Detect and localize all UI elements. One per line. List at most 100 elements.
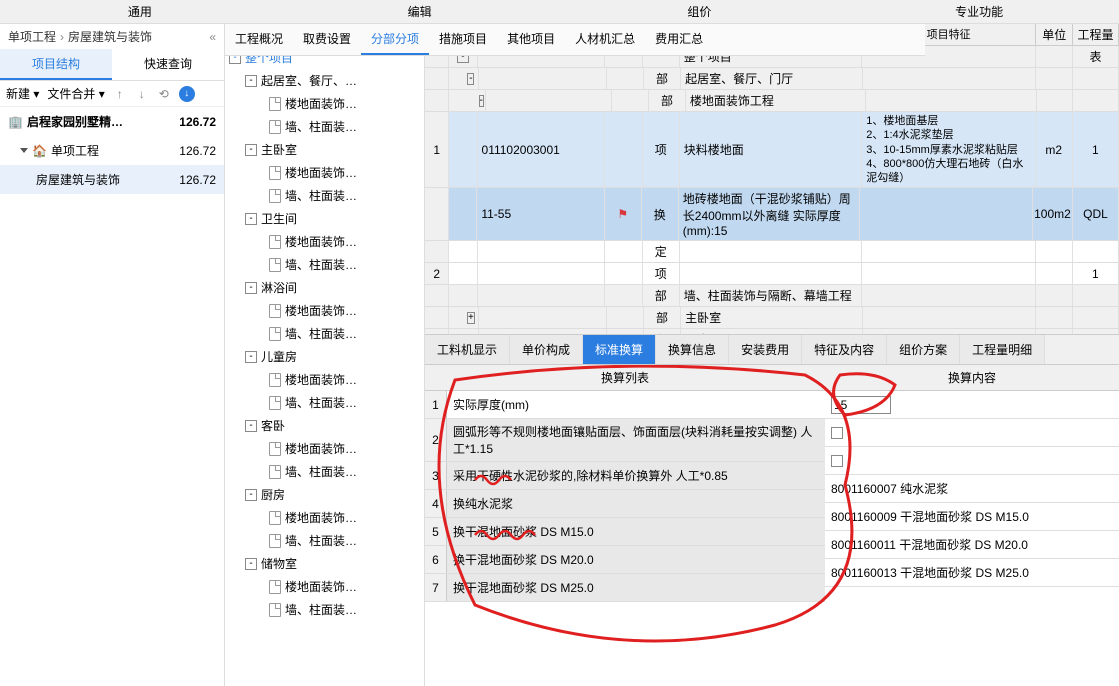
cell-code[interactable] xyxy=(486,90,612,111)
cell-mark[interactable] xyxy=(612,90,649,111)
bottom-tab-4[interactable]: 安装费用 xyxy=(729,335,802,364)
cell-feature[interactable] xyxy=(863,307,1036,328)
main-tab-5[interactable]: 人材机汇总 xyxy=(565,24,645,55)
cell-name[interactable]: 主卧室 xyxy=(681,307,863,328)
cell-expand[interactable] xyxy=(449,112,477,187)
expand-icon[interactable]: - xyxy=(245,558,257,570)
tree-node[interactable]: -主卧室 xyxy=(225,138,424,161)
tree-node[interactable]: -淋浴间 xyxy=(225,276,424,299)
down-icon[interactable]: ↓ xyxy=(135,87,149,101)
cell-code[interactable] xyxy=(478,241,606,262)
bottom-tab-7[interactable]: 工程量明细 xyxy=(960,335,1045,364)
conversion-row[interactable]: 6换干混地面砂浆 DS M20.0 xyxy=(425,546,825,574)
menu-general[interactable]: 通用 xyxy=(0,0,280,23)
cell-feature[interactable] xyxy=(863,68,1036,89)
menu-pro[interactable]: 专业功能 xyxy=(839,0,1119,23)
tree-node[interactable]: -厨房 xyxy=(225,483,424,506)
cell-expand[interactable] xyxy=(449,241,477,262)
tree-node[interactable]: 墙、柱面装… xyxy=(225,322,424,345)
cell-qty[interactable]: 1 xyxy=(1073,263,1119,284)
cell-mark[interactable] xyxy=(605,241,642,262)
main-tab-4[interactable]: 其他项目 xyxy=(497,24,565,55)
cell-feature[interactable] xyxy=(860,188,1033,240)
cell-qty[interactable] xyxy=(1073,307,1119,328)
cell-qty[interactable] xyxy=(1073,46,1119,67)
col-qty[interactable]: 工程量表 xyxy=(1073,24,1119,45)
download-icon[interactable]: ↓ xyxy=(179,86,195,102)
cell-name[interactable]: 块料楼地面 xyxy=(680,112,862,187)
cell-qty[interactable] xyxy=(1073,241,1119,262)
tree-node[interactable]: -卫生间 xyxy=(225,207,424,230)
grid-row[interactable]: 2项1 xyxy=(425,263,1119,285)
grid-row[interactable]: 1011102003001项块料楼地面1、楼地面基层 2、1:4水泥浆垫层 3、… xyxy=(425,112,1119,188)
expand-icon[interactable]: - xyxy=(245,420,257,432)
refresh-icon[interactable]: ⟲ xyxy=(157,87,171,101)
checkbox[interactable] xyxy=(831,427,843,439)
cell-name[interactable] xyxy=(680,241,862,262)
cell-mark[interactable]: ⚑ xyxy=(605,188,642,240)
new-button[interactable]: 新建 ▾ xyxy=(6,85,39,102)
tree-node[interactable]: 楼地面装饰… xyxy=(225,299,424,322)
main-tab-3[interactable]: 措施项目 xyxy=(429,24,497,55)
cell-qty[interactable] xyxy=(1073,90,1119,111)
tree-node[interactable]: 楼地面装饰… xyxy=(225,506,424,529)
expand-icon[interactable]: - xyxy=(245,489,257,501)
cell-code[interactable] xyxy=(479,68,607,89)
conversion-row[interactable]: 4换纯水泥浆 xyxy=(425,490,825,518)
grid-row[interactable]: 定 xyxy=(425,241,1119,263)
tree-node[interactable]: 墙、柱面装… xyxy=(225,460,424,483)
tree-node[interactable]: 楼地面装饰… xyxy=(225,161,424,184)
cell-feature[interactable] xyxy=(862,263,1035,284)
tree-node[interactable]: 楼地面装饰… xyxy=(225,575,424,598)
conversion-content-row[interactable]: 8001160009 干混地面砂浆 DS M15.0 xyxy=(825,503,1119,531)
cell-expand[interactable] xyxy=(449,188,477,240)
tree-node[interactable]: 楼地面装饰… xyxy=(225,368,424,391)
project-row[interactable]: 房屋建筑与装饰126.72 xyxy=(0,165,224,194)
grid-row[interactable]: -部楼地面装饰工程 xyxy=(425,90,1119,112)
expand-icon[interactable]: - xyxy=(245,282,257,294)
conversion-row[interactable]: 7换干混地面砂浆 DS M25.0 xyxy=(425,574,825,602)
tree-node[interactable]: 墙、柱面装… xyxy=(225,391,424,414)
project-row[interactable]: 🏠单项工程126.72 xyxy=(0,136,224,165)
up-icon[interactable]: ↑ xyxy=(113,87,127,101)
expand-icon[interactable]: - xyxy=(245,75,257,87)
bottom-tab-3[interactable]: 换算信息 xyxy=(656,335,729,364)
cell-name[interactable]: 墙、柱面装饰与隔断、幕墙工程 xyxy=(680,285,862,306)
tree-node[interactable]: 墙、柱面装… xyxy=(225,115,424,138)
cell-name[interactable] xyxy=(680,263,862,284)
conversion-row[interactable]: 2圆弧形等不规则楼地面镶贴面层、饰面面层(块料消耗量按实调整) 人工*1.15 xyxy=(425,419,825,462)
tree-node[interactable]: 墙、柱面装… xyxy=(225,184,424,207)
conversion-row[interactable]: 5换干混地面砂浆 DS M15.0 xyxy=(425,518,825,546)
cell-mark[interactable] xyxy=(605,112,642,187)
expand-icon[interactable]: - xyxy=(245,144,257,156)
conversion-content-row[interactable]: 8001160013 干混地面砂浆 DS M25.0 xyxy=(825,559,1119,587)
tab-project-structure[interactable]: 项目结构 xyxy=(0,49,112,80)
expand-icon[interactable]: - xyxy=(245,351,257,363)
tree-node[interactable]: 楼地面装饰… xyxy=(225,437,424,460)
cell-qty[interactable] xyxy=(1073,68,1119,89)
bottom-tab-2[interactable]: 标准换算 xyxy=(583,335,656,364)
cell-expand[interactable] xyxy=(449,263,477,284)
cell-qty[interactable]: 1 xyxy=(1073,112,1119,187)
col-unit[interactable]: 单位 xyxy=(1036,24,1073,45)
conversion-content-row[interactable] xyxy=(825,419,1119,447)
tree-node[interactable]: 墙、柱面装… xyxy=(225,529,424,552)
menu-edit[interactable]: 编辑 xyxy=(280,0,560,23)
bottom-tab-1[interactable]: 单价构成 xyxy=(510,335,583,364)
conversion-row[interactable]: 1实际厚度(mm) xyxy=(425,391,825,419)
cell-mark[interactable] xyxy=(607,68,644,89)
collapse-icon[interactable]: « xyxy=(209,30,216,44)
conversion-content-row[interactable]: 8001160011 干混地面砂浆 DS M20.0 xyxy=(825,531,1119,559)
breadcrumb-b[interactable]: 房屋建筑与装饰 xyxy=(68,28,152,45)
cell-expand[interactable]: + xyxy=(449,307,479,328)
grid-row[interactable]: -部起居室、餐厅、门厅 xyxy=(425,68,1119,90)
bottom-tab-6[interactable]: 组价方案 xyxy=(887,335,960,364)
bottom-tab-0[interactable]: 工料机显示 xyxy=(425,335,510,364)
cell-mark[interactable] xyxy=(605,263,642,284)
tab-quick-query[interactable]: 快速查询 xyxy=(112,49,224,80)
tree-node[interactable]: 墙、柱面装… xyxy=(225,253,424,276)
project-row[interactable]: 🏢启程家园别墅精…126.72 xyxy=(0,107,224,136)
cell-mark[interactable] xyxy=(607,307,644,328)
tree-node[interactable]: -储物室 xyxy=(225,552,424,575)
menu-price[interactable]: 组价 xyxy=(560,0,840,23)
